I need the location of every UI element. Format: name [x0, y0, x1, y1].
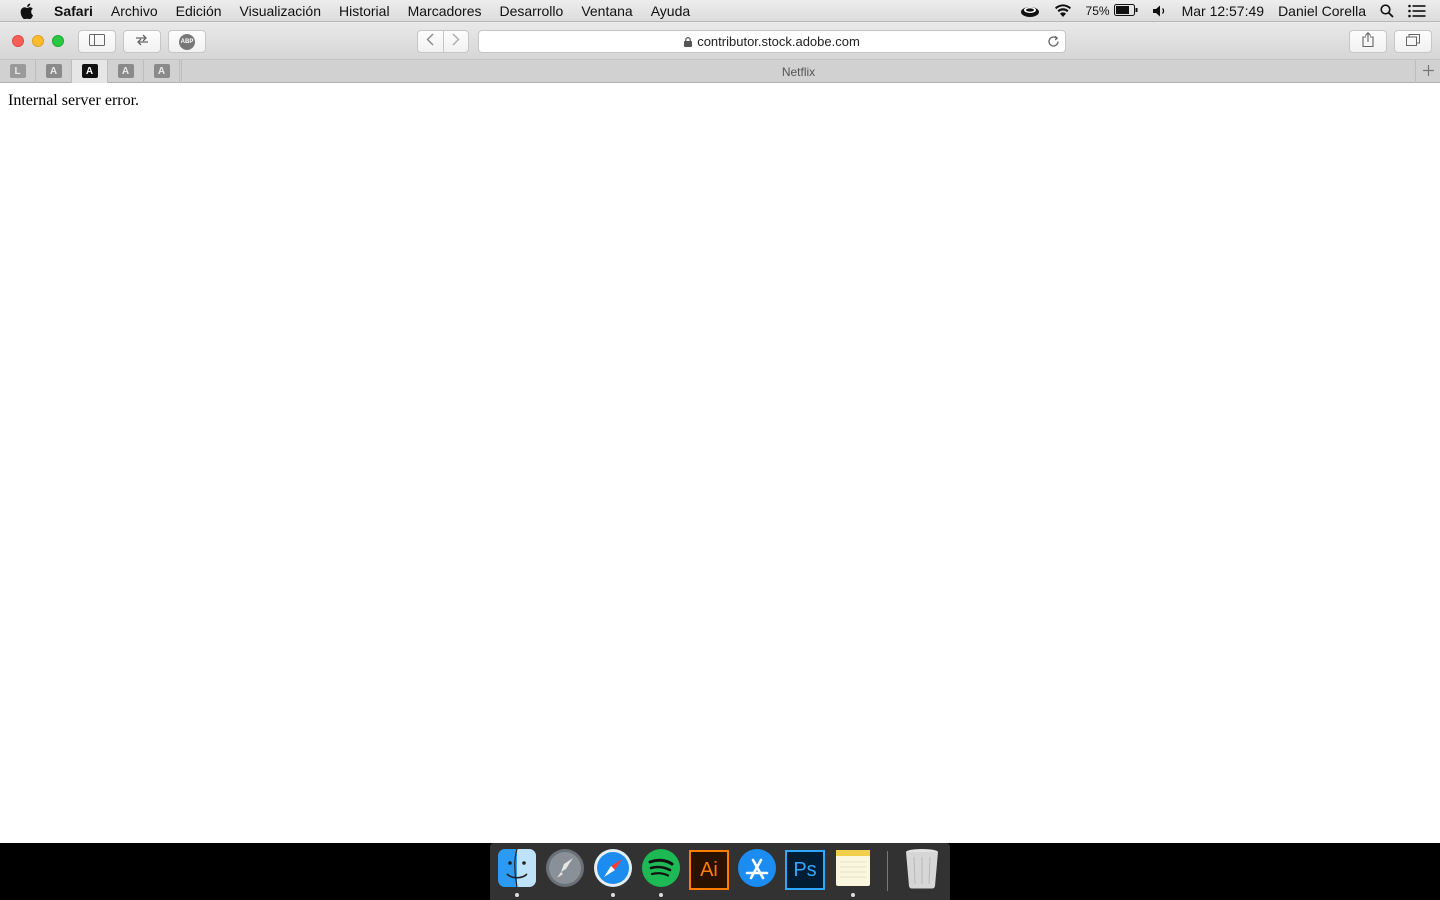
pinned-tab-icon: A	[81, 64, 98, 78]
new-tab-button[interactable]	[1416, 60, 1440, 83]
illustrator-icon: Ai	[689, 850, 729, 890]
dock-finder[interactable]	[496, 848, 538, 897]
back-button[interactable]	[418, 31, 443, 52]
dock-photoshop[interactable]: Ps	[784, 849, 826, 891]
pinned-tab-icon: A	[153, 64, 170, 78]
cloud-sync-icon[interactable]	[1020, 0, 1040, 22]
menu-desarrollo[interactable]: Desarrollo	[491, 0, 573, 22]
adblock-label: ABP	[180, 38, 194, 45]
tab-bar: L A A A A Netflix	[0, 59, 1440, 83]
dock-launchpad[interactable]	[544, 848, 586, 893]
forward-button[interactable]	[442, 31, 469, 52]
tab-switch-button[interactable]	[123, 30, 161, 53]
pinned-tab-icon: A	[45, 64, 62, 78]
menu-ventana[interactable]: Ventana	[572, 0, 641, 22]
address-bar[interactable]: contributor.stock.adobe.com	[478, 30, 1066, 53]
notification-center-icon[interactable]	[1408, 0, 1426, 22]
dock-app-store[interactable]	[736, 848, 778, 893]
dock-notes[interactable]	[832, 848, 874, 897]
tab-title: Netflix	[781, 64, 816, 79]
pinned-tab-3[interactable]: A	[72, 59, 108, 83]
finder-icon	[497, 848, 537, 893]
notes-icon	[833, 848, 873, 893]
user-name[interactable]: Daniel Corella	[1278, 0, 1366, 22]
chevron-right-icon	[452, 33, 460, 51]
menu-visualizacion[interactable]: Visualización	[231, 0, 330, 22]
running-indicator	[659, 893, 663, 897]
url-text: contributor.stock.adobe.com	[697, 34, 860, 49]
dock-separator	[887, 851, 888, 891]
minimize-window-button[interactable]	[32, 35, 44, 47]
photoshop-icon: Ps	[785, 850, 825, 890]
history-navigation	[417, 30, 469, 53]
spotify-icon	[641, 848, 681, 893]
safari-icon	[593, 848, 633, 893]
running-indicator	[515, 893, 519, 897]
pinned-tab-2[interactable]: A	[36, 59, 72, 83]
pinned-tab-icon: L	[9, 64, 26, 78]
trash-icon	[904, 847, 940, 894]
tab-current[interactable]: Netflix	[181, 60, 1416, 83]
close-window-button[interactable]	[12, 35, 24, 47]
battery-icon	[1113, 3, 1138, 19]
share-button[interactable]	[1349, 30, 1387, 53]
menu-ayuda[interactable]: Ayuda	[642, 0, 699, 22]
clock[interactable]: Mar 12:57:49	[1182, 0, 1265, 22]
dock-safari[interactable]	[592, 848, 634, 897]
menu-edicion[interactable]: Edición	[167, 0, 231, 22]
launchpad-icon	[545, 848, 585, 893]
dock: Ai Ps	[490, 843, 950, 900]
menu-safari[interactable]: Safari	[54, 0, 102, 22]
menu-marcadores[interactable]: Marcadores	[399, 0, 491, 22]
battery-status[interactable]: 75%	[1086, 0, 1138, 22]
battery-percent: 75%	[1085, 4, 1110, 18]
adblock-extension-button[interactable]: ABP	[168, 30, 206, 53]
show-tabs-button[interactable]	[1394, 30, 1432, 53]
spotlight-search-icon[interactable]	[1380, 0, 1394, 22]
menu-archivo[interactable]: Archivo	[102, 0, 167, 22]
safari-window: ABP contributor.stock.adobe.com L A A A …	[0, 22, 1440, 843]
app-store-icon	[737, 848, 777, 893]
sidebar-icon	[89, 33, 105, 51]
lock-icon	[684, 36, 693, 47]
plus-icon	[1422, 63, 1434, 81]
dock-spotify[interactable]	[640, 848, 682, 897]
running-indicator	[611, 893, 615, 897]
chevron-left-icon	[426, 33, 434, 51]
volume-icon[interactable]	[1152, 0, 1168, 22]
menu-bar: Safari Archivo Edición Visualización His…	[0, 0, 1440, 22]
tabs-overview-icon	[1406, 33, 1420, 51]
zoom-window-button[interactable]	[52, 35, 64, 47]
dock-illustrator[interactable]: Ai	[688, 849, 730, 891]
adblock-icon: ABP	[179, 33, 195, 50]
photoshop-label: Ps	[793, 858, 817, 881]
pinned-tab-icon: A	[117, 64, 134, 78]
share-icon	[1362, 31, 1374, 52]
error-message: Internal server error.	[8, 92, 140, 109]
menu-historial[interactable]: Historial	[330, 0, 399, 22]
arrows-swap-icon	[134, 33, 150, 51]
illustrator-label: Ai	[700, 858, 718, 881]
wifi-icon[interactable]	[1054, 0, 1072, 22]
apple-icon[interactable]	[18, 0, 36, 22]
pinned-tab-1[interactable]: L	[0, 59, 36, 83]
pinned-tab-5[interactable]: A	[144, 59, 180, 83]
running-indicator	[851, 893, 855, 897]
toolbar: ABP contributor.stock.adobe.com	[0, 22, 1440, 60]
web-content: Internal server error.	[0, 84, 1440, 843]
pinned-tab-4[interactable]: A	[108, 59, 144, 83]
sidebar-toggle-button[interactable]	[78, 30, 116, 53]
dock-trash[interactable]	[901, 847, 943, 894]
reload-icon[interactable]	[1047, 35, 1060, 48]
